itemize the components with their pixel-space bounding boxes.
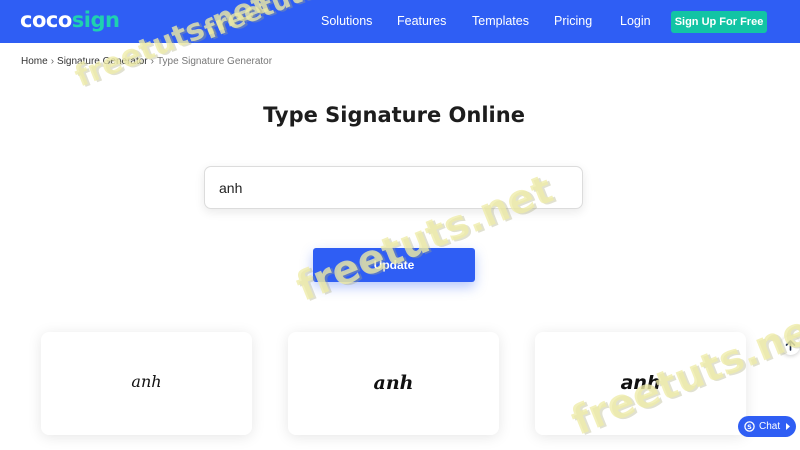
chat-button[interactable]: S Chat: [738, 416, 796, 437]
breadcrumb: Home › Signature Generator › Type Signature …: [21, 56, 272, 67]
skype-icon: S: [744, 421, 755, 432]
signature-preview-3: anh: [620, 372, 661, 394]
scroll-to-top-button[interactable]: [781, 336, 800, 355]
breadcrumb-home[interactable]: Home: [21, 56, 48, 67]
svg-text:S: S: [747, 423, 752, 431]
page-title: Type Signature Online: [263, 103, 525, 127]
signature-preview-1: anh: [131, 372, 162, 391]
signature-card-1[interactable]: anh: [41, 332, 252, 435]
arrow-up-icon: [785, 340, 796, 351]
nav-solutions[interactable]: Solutions: [321, 14, 372, 28]
nav-login[interactable]: Login: [620, 14, 651, 28]
signature-card-2[interactable]: anh: [288, 332, 499, 435]
logo-part-sign: sign: [71, 8, 120, 32]
nav-templates[interactable]: Templates: [472, 14, 529, 28]
update-button[interactable]: Update: [313, 248, 475, 282]
logo[interactable]: cocosign: [20, 8, 120, 32]
breadcrumb-separator: ›: [50, 56, 55, 67]
signature-name-input[interactable]: [204, 166, 583, 209]
chat-label: Chat: [759, 421, 781, 432]
breadcrumb-signature-generator[interactable]: Signature Generator: [57, 56, 148, 67]
chevron-right-icon: [786, 423, 790, 430]
nav-features[interactable]: Features: [397, 14, 446, 28]
signature-preview-2: anh: [373, 372, 414, 394]
logo-part-coco: coco: [20, 8, 72, 32]
nav-pricing[interactable]: Pricing: [554, 14, 592, 28]
top-navbar: cocosign Solutions Features Templates Pr…: [0, 0, 800, 43]
signature-card-3[interactable]: anh: [535, 332, 746, 435]
signup-button[interactable]: Sign Up For Free: [671, 11, 767, 33]
breadcrumb-current: Type Signature Generator: [157, 56, 273, 67]
breadcrumb-separator: ›: [150, 56, 154, 67]
